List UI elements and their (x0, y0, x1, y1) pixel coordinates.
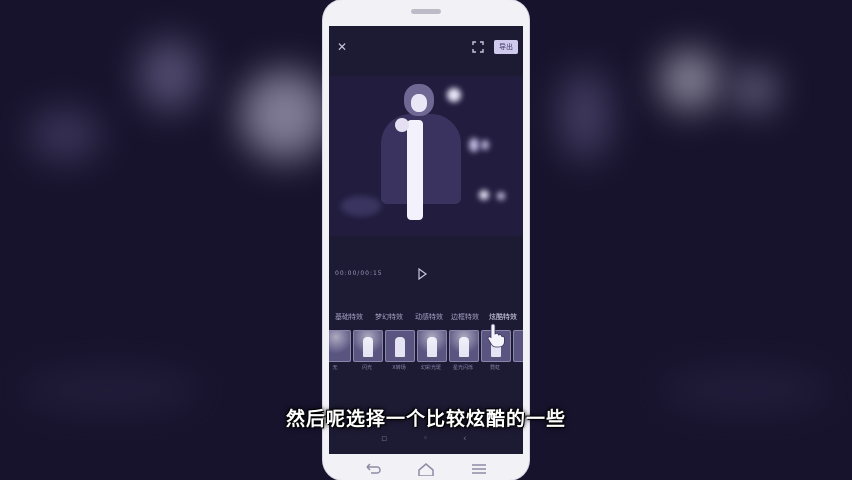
effect-thumbnail[interactable] (329, 330, 351, 362)
back-icon[interactable] (363, 462, 383, 476)
timecode: 00:00/00:15 (335, 270, 383, 277)
tab-effect-category[interactable]: 动感特效 (415, 312, 443, 322)
phone-speaker (411, 9, 441, 14)
effect-thumbnail[interactable] (449, 330, 479, 362)
effect-thumbnail[interactable] (353, 330, 383, 362)
screen-home-icon[interactable]: ◦ (423, 434, 428, 444)
stage-light (447, 88, 461, 102)
screen-system-nav: ▫ ◦ ‹ (329, 434, 523, 450)
stage-light (341, 196, 381, 216)
stage-light (479, 190, 489, 200)
home-icon[interactable] (416, 462, 436, 476)
effect-thumbnail[interactable] (513, 330, 523, 362)
expand-icon[interactable] (471, 40, 485, 54)
thumbnail-label: 星光闪烁 (452, 365, 473, 371)
play-icon[interactable] (417, 268, 427, 280)
stage-light (497, 192, 505, 200)
microphone-hand (395, 118, 409, 132)
stage-light (481, 140, 489, 150)
tab-effect-category-active[interactable]: 炫酷特效 (489, 312, 517, 322)
video-preview[interactable] (329, 76, 523, 236)
stage-light (469, 138, 479, 152)
thumbnail-label: 霓虹 (489, 365, 500, 371)
effect-thumbnail[interactable] (385, 330, 415, 362)
close-icon[interactable]: ✕ (335, 40, 349, 54)
singer-shirt (407, 120, 423, 220)
screen-back-icon[interactable]: ▫ (381, 434, 387, 444)
tab-effect-category[interactable]: 梦幻特效 (375, 312, 403, 322)
thumbnail-label: 幻彩光斑 (420, 365, 441, 371)
phone-hardware-nav (323, 458, 529, 480)
thumbnail-label: 闪光 (361, 365, 372, 371)
screen-recent-icon[interactable]: ‹ (463, 434, 467, 444)
singer-face (411, 94, 427, 112)
playback-row: 00:00/00:15 (329, 268, 523, 284)
hand-pointer-icon (487, 323, 505, 348)
phone-screen: ✕ 导出 00:00/00:15 基础特效 梦幻特效 动感特效 边框特效 炫酷特… (329, 26, 523, 454)
export-button[interactable]: 导出 (494, 40, 518, 54)
video-subtitle: 然后呢选择一个比较炫酷的一些 (285, 408, 566, 430)
thumbnail-label: 无 (332, 365, 338, 371)
tab-effect-category[interactable]: 基础特效 (335, 312, 363, 322)
thumbnail-label: X转场 (392, 365, 406, 371)
menu-icon[interactable] (469, 462, 489, 476)
effect-thumbnail[interactable] (417, 330, 447, 362)
editor-topbar: ✕ 导出 (329, 26, 523, 66)
tab-effect-category[interactable]: 边框特效 (451, 312, 479, 322)
